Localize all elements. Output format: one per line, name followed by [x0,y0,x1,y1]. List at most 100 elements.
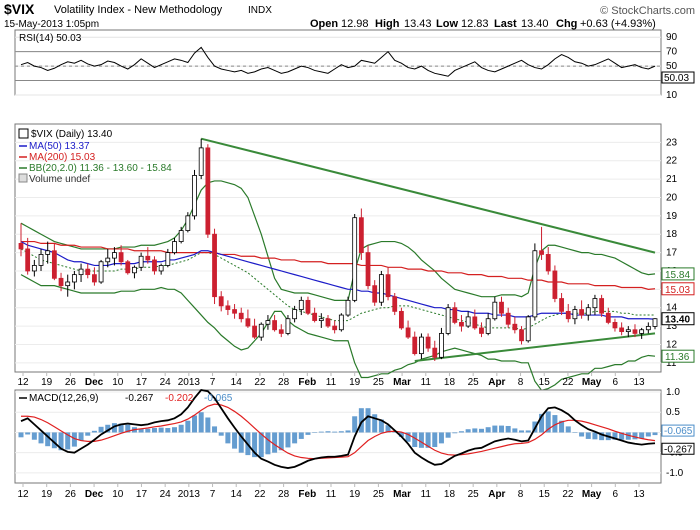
candle-body [165,252,171,266]
macd-histogram-bar [652,432,658,436]
price-y-tick-label: 21 [666,174,678,185]
candle-body [145,255,151,261]
macd-histogram-bar [312,432,318,433]
candle-body [625,329,631,332]
date-tick-label: Apr [488,377,505,388]
candle-body [532,250,538,318]
candle-body [132,266,137,274]
rsi-y-tick-label: 50 [666,61,678,72]
candle-body [205,147,211,235]
candle-body [445,307,451,334]
ma200-legend-label: MA(200) 15.03 [29,152,96,163]
candle-body [65,281,71,287]
date-tick-label: May [582,489,602,500]
candle-body [338,314,344,331]
macd-histogram-bar [465,429,471,433]
candle-body [639,329,645,334]
macd-histogram-bar [232,432,238,449]
candle-body [572,309,578,320]
rsi-y-tick-label: 70 [666,47,678,58]
candle-body [25,248,31,272]
macd-histogram-bar [265,432,271,455]
date-tick-label: 13 [633,489,645,500]
candle-body [225,305,231,310]
macd-histogram-bar [572,432,578,433]
macd-histogram-bar [592,432,598,440]
macd-histogram-bar [165,428,171,433]
macd-histogram-bar [345,430,351,433]
candle-body [105,257,111,263]
price-panel: 23222120191817161514131211 $VIX (Daily) … [14,123,695,392]
candle-body [218,296,224,307]
candle-body [125,261,131,274]
date-tick-label: 17 [136,377,148,388]
macd-histogram-bar [212,426,218,433]
rsi-last-label: 50.03 [664,73,689,84]
symbol-label: $VIX [4,1,35,17]
candle-body [645,326,651,331]
macd-y-tick-label: 1.0 [666,387,680,398]
candle-body [392,296,398,312]
candle-body [539,250,544,255]
watermark-label: © StockCharts.com [600,5,695,17]
macd-histogram-bar [472,428,478,433]
date-tick-label: 6 [613,377,619,388]
date-tick-label: 25 [468,489,480,500]
candle-body [278,329,284,334]
macd-histogram-bar [485,427,491,433]
exchange-label: INDX [248,5,272,16]
candle-body [192,175,197,217]
price-badge-label: 13.40 [665,315,690,326]
date-tick-label: Dec [85,377,104,388]
macd-histogram-bar [198,412,204,433]
ma50-legend-label: MA(50) 13.37 [29,141,90,152]
macd-histogram-bar [478,428,484,433]
candle-body [51,250,57,279]
date-tick-label: May [582,377,602,388]
macd-histogram-bar [325,431,331,433]
date-tick-label: 14 [231,489,243,500]
macd-histogram-bar [338,431,344,433]
candle-body [419,336,424,355]
date-tick-label: 14 [231,377,243,388]
low-label: Low [436,18,458,30]
rsi-y-tick-label: 90 [666,32,678,43]
candle-body [492,301,498,320]
macd-histogram-bar [458,431,464,433]
candle-body [71,274,77,283]
candle-body [172,241,177,253]
candle-body [599,298,605,314]
price-y-tick-label: 20 [666,192,678,203]
macd-y-tick-label: -1.0 [666,468,684,479]
stock-chart: $VIX Volatility Index - New Methodology … [0,0,700,530]
date-tick-label: 10 [112,489,124,500]
candle-body [212,233,217,298]
candle-body [352,217,358,301]
macd-histogram-bar [452,432,458,434]
candle-body [265,320,271,325]
candle-body [98,261,104,283]
candle-body [138,255,144,268]
date-tick-label: 15 [539,489,551,500]
candle-body [312,312,318,321]
macd-legend-value: -0.267 [125,393,154,404]
date-tick-label: 22 [254,489,266,500]
candle-body [78,268,84,276]
date-tick-label: 22 [562,489,574,500]
last-label: Last [494,18,517,30]
date-tick-label: Dec [85,489,104,500]
histogram-legend-value: -0.065 [204,393,233,404]
candle-body [512,323,518,331]
macd-histogram-bar [565,426,571,433]
date-tick-label: 22 [254,377,266,388]
date-tick-label: Mar [393,377,411,388]
candle-body [519,329,524,342]
date-tick-label: 11 [326,377,337,388]
macd-histogram-bar [332,431,338,433]
macd-histogram-bar [218,432,224,436]
candle-body [565,310,571,320]
candle-body [118,252,124,263]
date-tick-label: 12 [17,377,29,388]
macd-histogram-bar [272,432,278,453]
macd-histogram-bar [505,425,511,433]
